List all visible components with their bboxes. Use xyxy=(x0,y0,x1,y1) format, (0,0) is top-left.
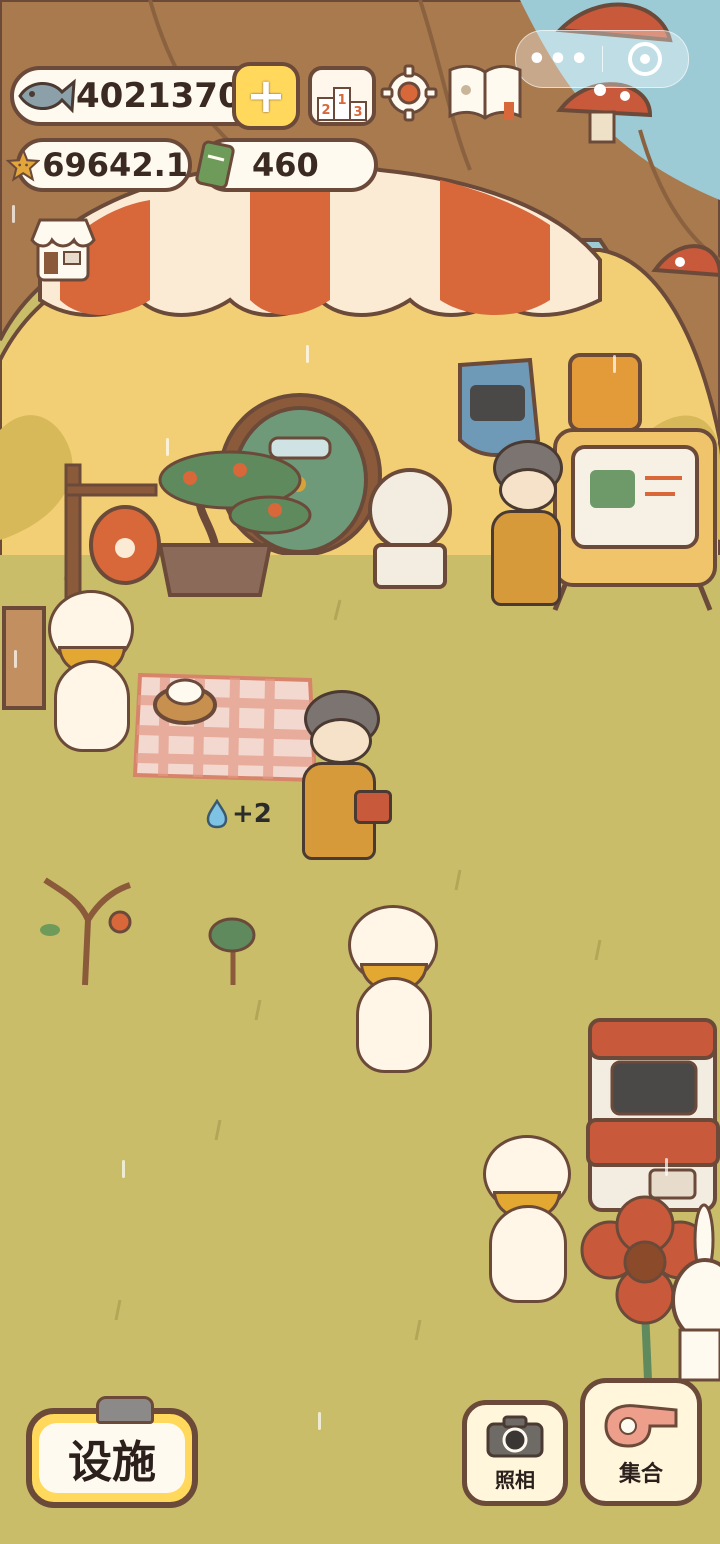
whistle-icon xyxy=(604,1404,678,1448)
handbook-button[interactable] xyxy=(446,62,524,124)
photo-button[interactable]: 照相 xyxy=(462,1400,568,1506)
rain-drop xyxy=(166,438,169,456)
svg-text:1: 1 xyxy=(337,93,346,108)
podium-icon: 2 1 3 xyxy=(317,87,367,121)
facilities-label: 设施 xyxy=(68,1437,156,1488)
rain-drop xyxy=(318,1412,321,1430)
water-drop-icon xyxy=(206,799,228,829)
shiba-dog[interactable] xyxy=(40,590,140,752)
star-icon xyxy=(6,147,41,182)
dots-icon: ••• xyxy=(527,41,591,77)
settings-button[interactable] xyxy=(380,64,438,122)
camera-icon xyxy=(486,1415,544,1457)
shop-button[interactable] xyxy=(28,214,98,284)
shiba-dog[interactable] xyxy=(475,1135,575,1303)
shop-icon xyxy=(30,218,96,282)
bonsai-pot xyxy=(157,543,273,597)
grandma-visitor[interactable] xyxy=(298,690,392,865)
star-currency-bar: 69642.1 xyxy=(6,138,192,192)
gather-button[interactable]: 集合 xyxy=(580,1378,702,1506)
photo-label: 照相 xyxy=(495,1467,535,1492)
add-currency-button[interactable]: + xyxy=(232,62,300,130)
reward-amount: +2 xyxy=(232,799,272,829)
miniprogram-capsule: ••• xyxy=(515,30,689,88)
star-amount: 69642.1 xyxy=(42,146,188,184)
gather-label: 集合 xyxy=(618,1462,663,1487)
ticket-amount: 460 xyxy=(252,146,319,184)
plus-icon: + xyxy=(245,68,287,124)
rain-drop xyxy=(306,345,309,363)
rain-drop xyxy=(14,650,17,668)
rain-drop xyxy=(12,205,15,223)
rain-drop xyxy=(665,1158,668,1176)
facilities-button[interactable]: 设施 xyxy=(26,1396,198,1508)
target-icon xyxy=(628,42,662,76)
book-icon xyxy=(448,64,522,120)
more-options-button[interactable]: ••• xyxy=(516,31,602,87)
rain-drop xyxy=(613,355,616,373)
ranking-button[interactable]: 2 1 3 xyxy=(308,66,376,126)
svg-text:2: 2 xyxy=(321,103,330,118)
shiba-dog[interactable] xyxy=(340,905,440,1073)
fence-sign xyxy=(2,606,46,710)
lion-statue xyxy=(368,468,452,552)
ticket-currency-bar: 460 xyxy=(195,138,378,192)
svg-text:3: 3 xyxy=(353,105,362,120)
gear-icon xyxy=(380,64,438,122)
ticket-icon xyxy=(195,140,235,190)
clipboard-clip xyxy=(96,1396,154,1424)
grandma-visitor[interactable] xyxy=(485,440,565,615)
rain-drop xyxy=(122,1160,125,1178)
water-reward-popup: +2 xyxy=(206,796,272,832)
close-miniprogram-button[interactable] xyxy=(603,31,687,87)
fish-icon xyxy=(18,78,76,114)
